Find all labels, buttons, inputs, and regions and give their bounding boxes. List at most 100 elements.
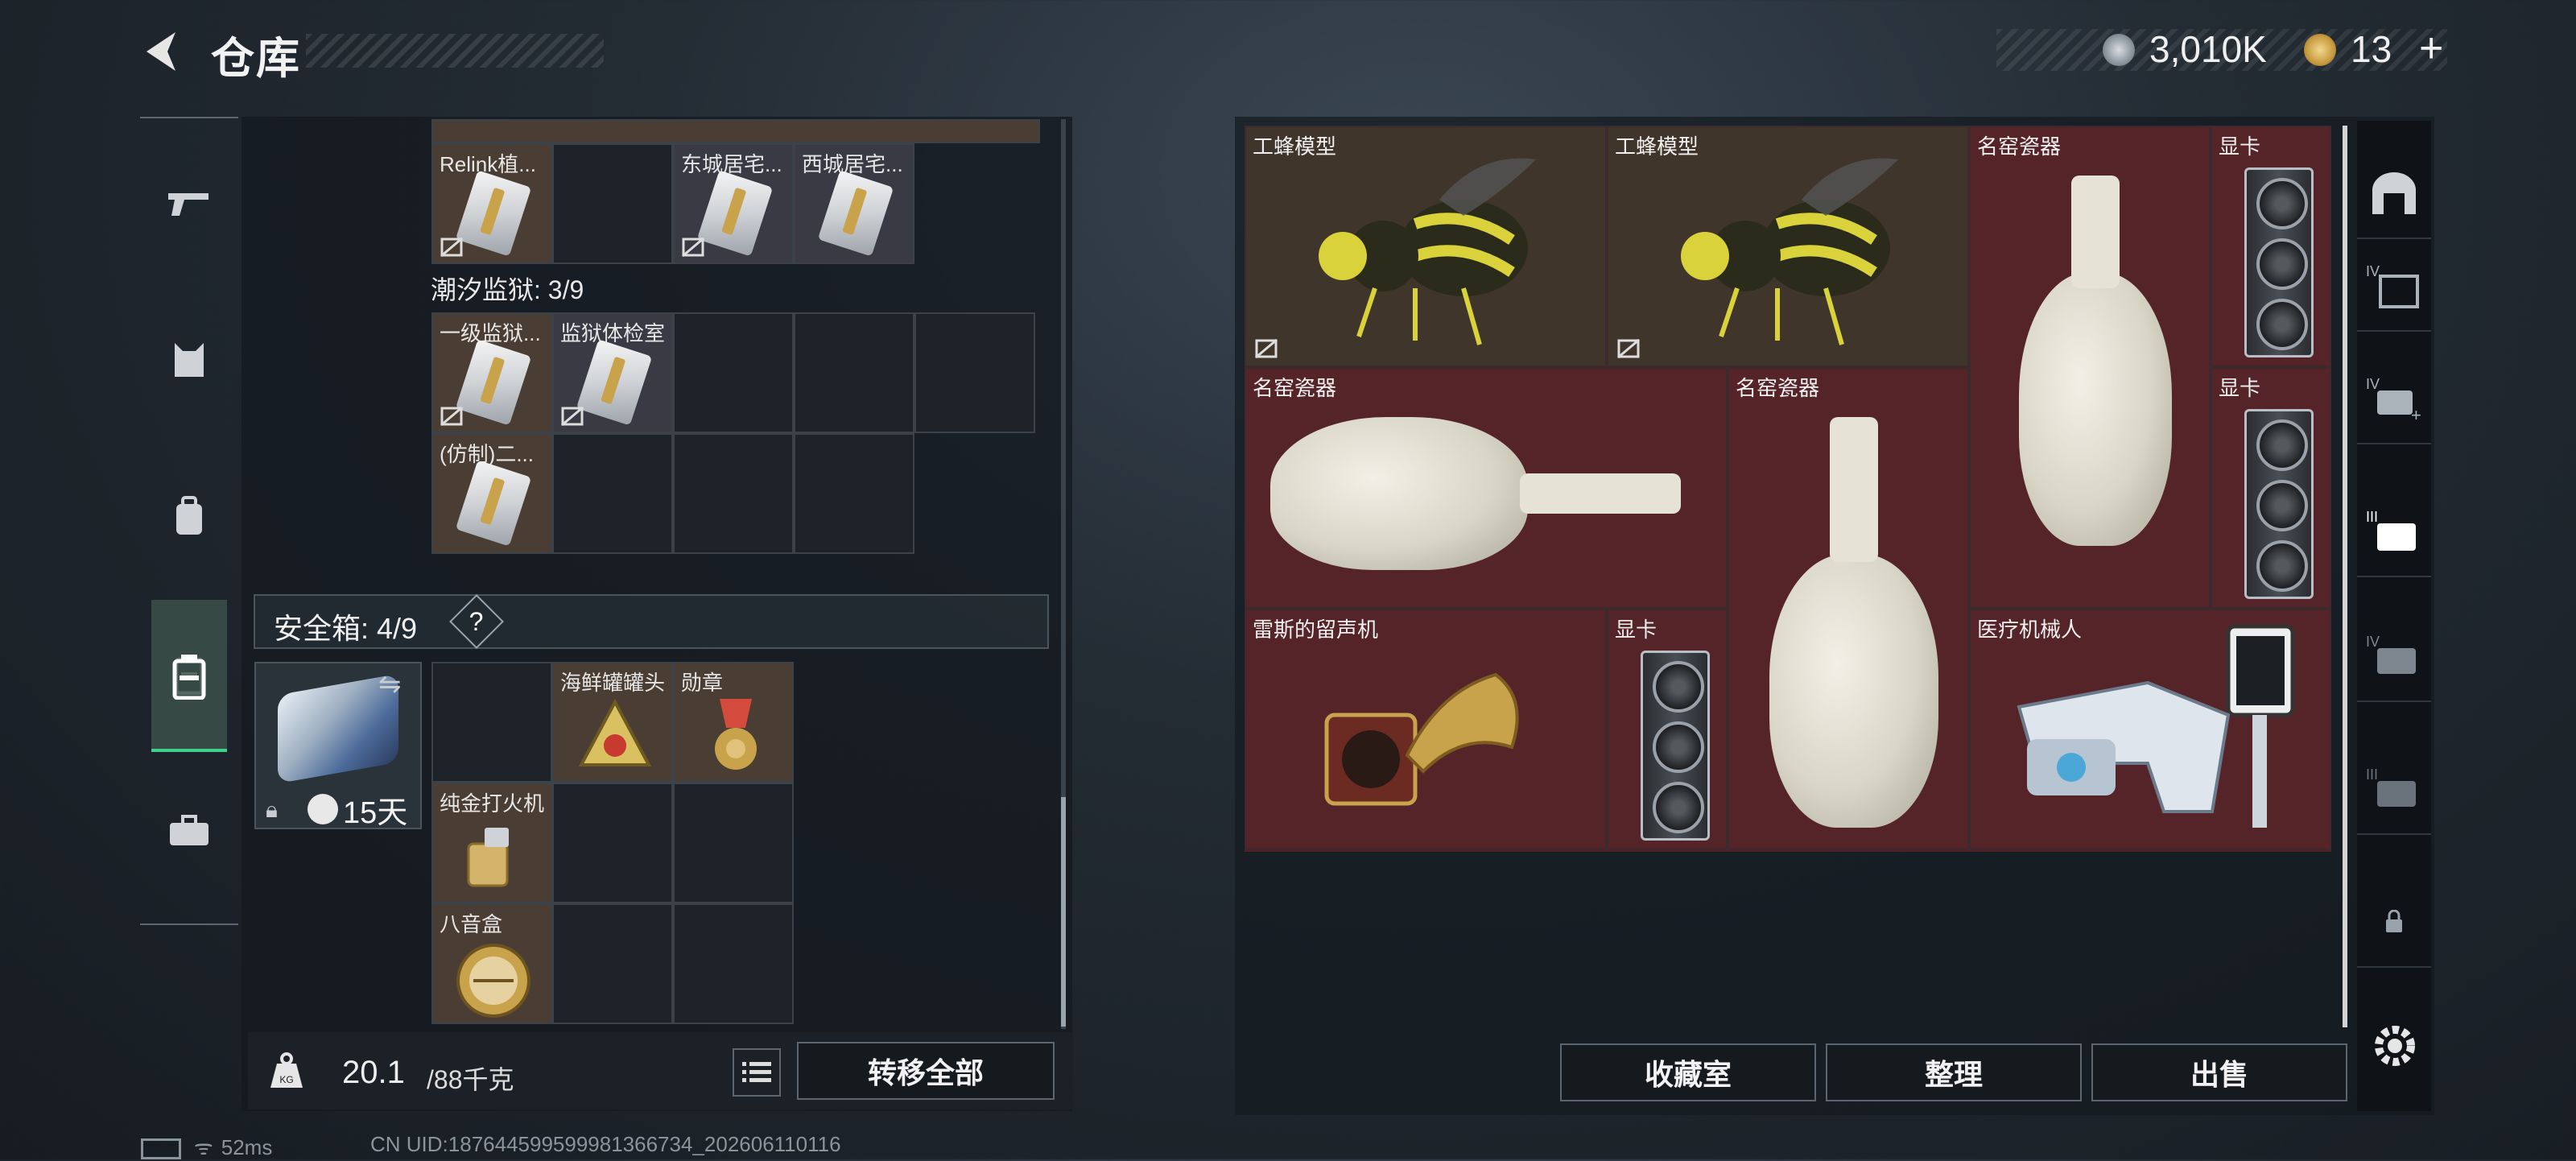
medical-robot-icon <box>2017 624 2295 828</box>
grid-item[interactable]: 工蜂模型 <box>1607 126 1969 367</box>
safe-box-duration: 15天 <box>343 796 408 830</box>
grid-item[interactable]: 名窑瓷器 <box>1728 367 1969 850</box>
graphics-card-icon <box>2244 409 2314 599</box>
organize-button[interactable]: 整理 <box>1826 1043 2082 1101</box>
no-sell-icon <box>1255 338 1278 359</box>
item-name: 东城居宅... <box>681 152 782 176</box>
svg-text:IV: IV <box>2366 634 2380 650</box>
grid-item[interactable]: 医疗机械人 <box>1969 609 2331 850</box>
no-sell-icon <box>1617 338 1640 359</box>
grid-item[interactable]: 雷斯的留声机 <box>1245 609 1607 850</box>
no-sell-icon <box>682 237 704 258</box>
wifi-icon: ᯤ <box>194 1135 213 1159</box>
item-name: 勋章 <box>681 671 724 695</box>
empty-slot[interactable] <box>431 662 552 783</box>
armor-icon[interactable] <box>140 324 238 396</box>
transfer-all-button[interactable]: 转移全部 <box>797 1042 1055 1100</box>
tier-4-add-icon[interactable]: IV + <box>2357 354 2431 444</box>
cut-off-row <box>431 119 1040 143</box>
grid-item[interactable]: 显卡 <box>1607 609 1728 850</box>
section-label: 潮汐监狱: 3/9 <box>431 275 584 304</box>
battery-icon <box>141 1138 181 1160</box>
safe-item[interactable]: 海鲜罐罐头 <box>552 662 673 783</box>
svg-text:KG: KG <box>279 1074 293 1085</box>
empty-slot[interactable] <box>794 433 914 554</box>
vase-neck <box>2071 176 2120 288</box>
add-currency-button[interactable]: + <box>2419 24 2443 72</box>
storage-item[interactable]: 监狱体检室 <box>552 312 673 433</box>
category-nav <box>140 117 238 925</box>
lock-icon[interactable] <box>2357 878 2431 968</box>
safe-item[interactable]: 八音盒 <box>431 903 552 1024</box>
empty-slot[interactable] <box>552 903 673 1024</box>
safe-box-title: 安全箱: 4/9 <box>274 612 418 645</box>
tier-4-storage-icon[interactable]: IV <box>2357 242 2431 332</box>
toolbox-icon[interactable] <box>140 795 238 867</box>
graphics-card-icon <box>2244 167 2314 357</box>
keycard-icon <box>576 339 653 426</box>
empty-slot[interactable] <box>552 783 673 903</box>
vase-neck <box>1830 417 1878 562</box>
storage-item[interactable]: 西城居宅... <box>794 143 914 264</box>
empty-slot[interactable] <box>673 312 794 433</box>
grid-item[interactable]: 工蜂模型 <box>1245 126 1607 367</box>
tier-3-active-icon[interactable]: III <box>2357 487 2431 577</box>
porcelain-vase-icon <box>2019 272 2172 546</box>
title-decoration <box>306 34 604 68</box>
storage-scrollbar[interactable] <box>2343 126 2347 1027</box>
sell-button[interactable]: 出售 <box>2091 1043 2347 1101</box>
weight-max: /88千克 <box>427 1065 514 1094</box>
grid-item[interactable]: 名窑瓷器 <box>1245 367 1728 609</box>
empty-slot[interactable] <box>673 903 794 1024</box>
user-uid: CN UID:187644599599981366734_20260611011… <box>370 1132 841 1156</box>
collection-room-button[interactable]: 收藏室 <box>1560 1043 1816 1101</box>
lock-icon: 🔒︎ <box>266 797 278 822</box>
settings-gear-icon[interactable] <box>2367 1018 2423 1074</box>
list-view-button[interactable] <box>733 1048 781 1097</box>
grid-item[interactable]: 显卡 <box>2211 367 2331 609</box>
grid-item[interactable]: 显卡 <box>2211 126 2331 367</box>
help-label: ? <box>469 606 484 636</box>
bee-model-icon <box>1319 158 1536 345</box>
back-arrow-icon[interactable] <box>138 27 187 76</box>
gold-coin-icon <box>2304 34 2336 66</box>
safe-item[interactable]: 勋章 <box>673 662 794 783</box>
empty-slot[interactable] <box>673 433 794 554</box>
storage-item[interactable]: Relink植... <box>431 143 552 264</box>
storage-active-icon[interactable] <box>151 620 227 733</box>
empty-slot[interactable] <box>914 312 1035 433</box>
storage-item[interactable]: 东城居宅... <box>673 143 794 264</box>
grid-item[interactable]: 名窑瓷器 <box>1969 126 2211 609</box>
storage-item[interactable]: (仿制)二... <box>431 433 552 554</box>
svg-text:III: III <box>2366 766 2378 783</box>
keycard-icon <box>455 339 532 426</box>
weight-icon: KG <box>251 1035 322 1106</box>
no-sell-icon <box>440 237 463 258</box>
svg-text:+: + <box>2411 405 2421 423</box>
safe-room-icon[interactable] <box>2357 149 2431 239</box>
empty-slot[interactable] <box>552 433 673 554</box>
gun-icon[interactable] <box>140 167 238 239</box>
music-box-icon <box>456 944 530 1018</box>
empty-slot[interactable] <box>673 783 794 903</box>
swap-icon[interactable]: ⇋ <box>378 668 402 700</box>
no-sell-icon <box>561 406 584 427</box>
item-name: 一级监狱... <box>440 321 541 345</box>
warehouse-scroll-thumb[interactable] <box>1061 797 1066 1027</box>
tier-4-locked-icon[interactable]: IV <box>2357 612 2431 702</box>
ping: 52ms <box>221 1135 273 1159</box>
keycard-icon <box>817 170 894 257</box>
empty-slot[interactable] <box>552 143 673 264</box>
backpack-icon[interactable] <box>140 481 238 553</box>
svg-text:IV: IV <box>2366 263 2380 279</box>
bee-model-icon <box>1681 158 1898 345</box>
empty-slot[interactable] <box>794 312 914 433</box>
safe-item[interactable]: 纯金打火机 <box>431 783 552 903</box>
item-name: 监狱体检室 <box>560 321 666 345</box>
storage-item[interactable]: 一级监狱... <box>431 312 552 433</box>
tier-3-locked-icon[interactable]: III <box>2357 745 2431 835</box>
status-bar: ᯤ 52ms <box>141 1132 272 1161</box>
item-name: 名窑瓷器 <box>1736 376 1820 400</box>
item-name: (仿制)二... <box>440 442 534 466</box>
keycard-icon <box>455 460 532 547</box>
